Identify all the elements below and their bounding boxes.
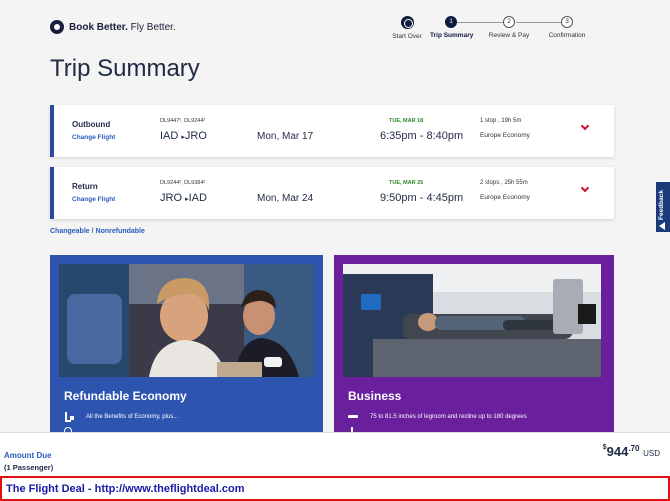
- delta-logo-icon: [50, 20, 64, 34]
- progress-steps: 1 Trip Summary 2 Review & Pay 3 Confirma…: [430, 16, 600, 46]
- fare-feature: 75 to 81.5 inches of legroom and recline…: [348, 412, 527, 421]
- flight-stops: 1 stop , 19h 5m: [480, 118, 522, 124]
- start-over-icon: [400, 16, 414, 29]
- legroom-icon: [348, 412, 360, 421]
- change-flight-link[interactable]: Change Flight: [72, 134, 115, 141]
- fare-feature: All the Benefits of Economy, plus...: [64, 412, 178, 422]
- watermark-banner: The Flight Deal - http://www.theflightde…: [0, 476, 670, 501]
- brand-logo[interactable]: Book Better. Fly Better.: [50, 20, 176, 34]
- arrival-date: TUE, MAR 25: [389, 180, 424, 186]
- flight-date: Mon, Mar 17: [257, 131, 314, 142]
- flight-route: IAD ▸JRO: [160, 130, 207, 142]
- flight-date: Mon, Mar 24: [257, 193, 314, 204]
- flight-route: JRO ▸IAD: [160, 192, 207, 204]
- fare-rules-link[interactable]: Changeable / Nonrefundable: [50, 228, 145, 235]
- chevron-down-icon[interactable]: [579, 121, 591, 134]
- arrival-date: TUE, MAR 18: [389, 118, 424, 124]
- amount-due-bar: Amount Due (1 Passenger) $944.70 USD: [0, 432, 670, 476]
- step-label: Review & Pay: [488, 32, 530, 39]
- step-number: 3: [561, 16, 573, 28]
- page-title: Trip Summary: [50, 55, 200, 82]
- step-label: Trip Summary: [430, 32, 474, 39]
- economy-cabin-photo: [59, 264, 314, 377]
- flight-cabin: Europe Economy: [480, 132, 530, 139]
- seat-icon: [64, 412, 76, 422]
- header: Book Better. Fly Better. Start Over 1 Tr…: [0, 0, 670, 50]
- flight-direction: Return: [72, 182, 98, 191]
- start-over-label: Start Over: [392, 33, 422, 40]
- fare-title: Business: [348, 389, 402, 403]
- change-flight-link[interactable]: Change Flight: [72, 196, 115, 203]
- fare-card-business[interactable]: Business 75 to 81.5 inches of legroom an…: [334, 255, 614, 435]
- step-trip-summary: 1 Trip Summary: [430, 16, 474, 39]
- flight-stops: 2 stops , 25h 55m: [480, 180, 528, 186]
- step-label: Confirmation: [548, 32, 586, 39]
- start-over-button[interactable]: Start Over: [390, 16, 424, 40]
- chevron-down-icon[interactable]: [579, 183, 591, 196]
- flight-direction: Outbound: [72, 120, 111, 129]
- amount-due-label: Amount Due: [4, 451, 52, 460]
- total-price: $944.70 USD: [602, 444, 660, 459]
- step-number: 2: [503, 16, 515, 28]
- business-cabin-photo: [343, 264, 601, 377]
- feedback-tab[interactable]: Feedback: [656, 182, 670, 232]
- arrow-left-icon: [659, 222, 665, 230]
- fare-title: Refundable Economy: [64, 389, 187, 403]
- flight-times: 9:50pm - 4:45pm: [380, 192, 464, 204]
- brand-tagline: Book Better. Fly Better.: [69, 21, 176, 33]
- fare-card-refundable-economy[interactable]: Refundable Economy All the Benefits of E…: [50, 255, 323, 435]
- watermark-text: The Flight Deal - http://www.theflightde…: [6, 483, 245, 495]
- flight-cabin: Europe Economy: [480, 194, 530, 201]
- step-review-pay: 2 Review & Pay: [488, 16, 530, 39]
- flight-card-outbound[interactable]: Outbound Change Flight DL9447², DL9244² …: [50, 105, 614, 157]
- flight-numbers: DL9447², DL9244²: [160, 118, 206, 124]
- flight-card-return[interactable]: Return Change Flight DL9244², DL9384² JR…: [50, 167, 614, 219]
- feedback-label: Feedback: [658, 190, 665, 220]
- passenger-count: (1 Passenger): [4, 463, 54, 472]
- step-confirmation: 3 Confirmation: [546, 16, 588, 39]
- step-number: 1: [445, 16, 457, 28]
- flight-times: 6:35pm - 8:40pm: [380, 130, 464, 142]
- flight-numbers: DL9244², DL9384²: [160, 180, 206, 186]
